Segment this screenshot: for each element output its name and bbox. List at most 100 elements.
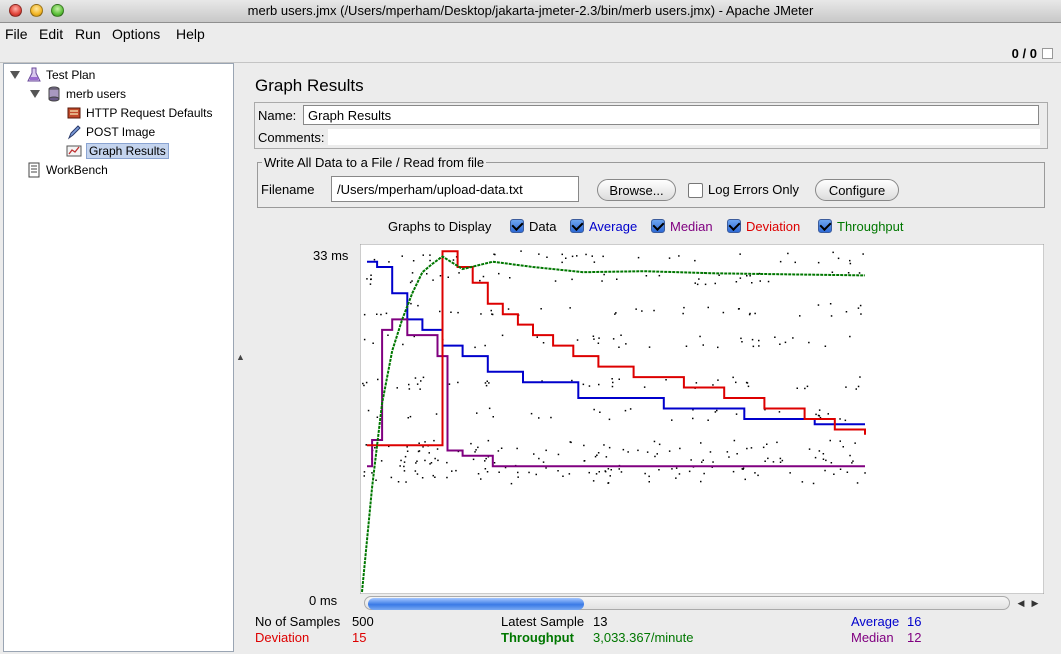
data-point: [406, 446, 408, 448]
median-stat-value: 12: [907, 630, 922, 645]
data-point: [369, 283, 372, 285]
data-point: [744, 478, 746, 481]
data-point: [758, 339, 760, 342]
test-plan-tree: Test Plan merb users HTTP Request Defaul…: [3, 63, 234, 652]
data-point: [707, 306, 709, 309]
data-point: [403, 465, 405, 468]
tree-item-post-image[interactable]: POST Image: [66, 123, 155, 141]
data-point: [739, 253, 741, 255]
data-point: [484, 460, 486, 462]
data-point: [733, 439, 736, 442]
data-point: [540, 308, 542, 310]
data-point: [740, 337, 742, 340]
data-point: [752, 345, 755, 348]
data-point: [406, 450, 409, 452]
median-checkbox[interactable]: [651, 219, 665, 233]
deviation-stat-value: 15: [352, 630, 367, 645]
configure-button[interactable]: Configure: [815, 179, 899, 201]
menu-run[interactable]: Run: [75, 26, 101, 42]
data-point: [678, 473, 681, 475]
data-point: [404, 455, 407, 458]
data-point: [758, 345, 760, 347]
log-errors-checkbox[interactable]: [688, 183, 703, 198]
tree-item-test-plan[interactable]: Test Plan: [10, 66, 95, 84]
y-axis-max-label: 33 ms: [313, 248, 349, 263]
data-point: [714, 411, 717, 413]
expand-triangle-icon[interactable]: [10, 71, 20, 79]
filename-input[interactable]: [331, 176, 579, 202]
data-point: [794, 261, 796, 264]
throughput-checkbox[interactable]: [818, 219, 832, 233]
data-point: [846, 471, 849, 473]
scroll-left-icon[interactable]: ◀: [1014, 596, 1028, 610]
data-point: [829, 439, 831, 442]
data-point: [845, 386, 847, 388]
data-point: [546, 256, 548, 258]
data-point: [488, 382, 490, 384]
data-point: [484, 344, 486, 347]
data-point: [434, 457, 436, 460]
tree-item-graph-results[interactable]: Graph Results: [66, 142, 169, 160]
data-point: [757, 474, 759, 477]
menu-help[interactable]: Help: [176, 26, 205, 42]
data-point: [585, 253, 587, 256]
data-point: [583, 444, 585, 447]
data-point: [365, 381, 368, 384]
expand-triangle-icon[interactable]: [30, 90, 40, 98]
data-point: [451, 470, 453, 472]
menu-options[interactable]: Options: [112, 26, 160, 42]
data-point: [779, 457, 782, 460]
data-point: [408, 388, 411, 390]
data-point: [735, 381, 737, 384]
data-point: [692, 417, 694, 420]
comments-input[interactable]: [328, 129, 1040, 145]
data-point: [598, 471, 600, 473]
graphs-to-display-label: Graphs to Display: [388, 219, 492, 234]
data-point: [415, 462, 417, 464]
data-point: [698, 278, 700, 280]
data-point: [429, 254, 431, 256]
data-point: [817, 304, 820, 306]
browse-button[interactable]: Browse...: [597, 179, 676, 201]
data-point: [750, 447, 753, 449]
data-point: [690, 459, 692, 461]
data-point: [492, 416, 494, 418]
data-point: [611, 378, 613, 380]
data-point: [457, 311, 459, 314]
data-point: [717, 346, 719, 349]
data-point: [668, 450, 671, 452]
scroll-right-icon[interactable]: ▶: [1028, 596, 1042, 610]
scroll-thumb[interactable]: [368, 598, 584, 610]
data-point: [498, 272, 500, 275]
data-point: [429, 259, 431, 262]
data-point: [477, 473, 480, 475]
data-point: [696, 283, 699, 286]
data-point: [598, 383, 600, 386]
tree-item-merb-users[interactable]: merb users: [30, 85, 126, 103]
data-point: [448, 383, 451, 385]
data-point: [592, 480, 595, 482]
tree-item-label: WorkBench: [46, 163, 108, 177]
data-point: [852, 460, 854, 462]
scroll-track[interactable]: [364, 596, 1010, 610]
data-point: [475, 449, 477, 451]
throughput-stat-label: Throughput: [501, 630, 574, 645]
data-checkbox[interactable]: [510, 219, 524, 233]
name-input[interactable]: [303, 105, 1039, 125]
data-point: [485, 384, 488, 387]
data-point: [432, 474, 434, 477]
menu-file[interactable]: File: [5, 26, 28, 42]
deviation-checkbox[interactable]: [727, 219, 741, 233]
tree-item-workbench[interactable]: WorkBench: [26, 161, 108, 179]
graph-horizontal-scrollbar[interactable]: ◀ ▶: [364, 596, 1044, 610]
data-point: [718, 274, 720, 276]
menu-edit[interactable]: Edit: [39, 26, 63, 42]
data-point: [545, 467, 547, 469]
data-point: [728, 456, 730, 458]
data-point: [457, 381, 459, 384]
data-point: [615, 312, 617, 314]
data-point: [597, 342, 600, 344]
split-pane-collapse-icon[interactable]: ▲: [236, 352, 245, 362]
average-checkbox[interactable]: [570, 219, 584, 233]
tree-item-http-request-defaults[interactable]: HTTP Request Defaults: [66, 104, 213, 122]
